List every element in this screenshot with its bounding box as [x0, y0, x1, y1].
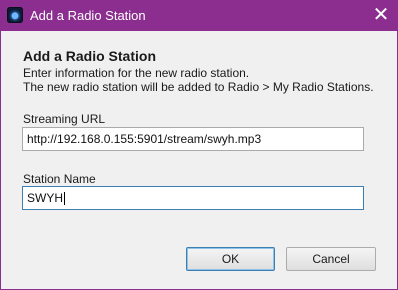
- ok-button[interactable]: OK: [186, 247, 275, 271]
- description-line-1: Enter information for the new radio stat…: [23, 66, 250, 80]
- description-line-2: The new radio station will be added to R…: [23, 80, 374, 94]
- dialog-body: Add a Radio Station Enter information fo…: [1, 31, 397, 289]
- station-name-value: SWYH: [27, 191, 63, 205]
- streaming-url-label: Streaming URL: [23, 112, 106, 126]
- app-icon: [7, 7, 23, 23]
- close-button[interactable]: ✕: [366, 1, 396, 29]
- text-caret: [64, 192, 65, 206]
- cancel-button[interactable]: Cancel: [286, 247, 376, 271]
- streaming-url-input[interactable]: http://192.168.0.155:5901/stream/swyh.mp…: [22, 127, 364, 151]
- streaming-url-value: http://192.168.0.155:5901/stream/swyh.mp…: [27, 132, 262, 146]
- station-name-label: Station Name: [23, 172, 96, 186]
- dialog-heading: Add a Radio Station: [23, 48, 156, 64]
- window-title: Add a Radio Station: [30, 8, 146, 23]
- dialog-window: Add a Radio Station ✕ Add a Radio Statio…: [0, 0, 398, 290]
- title-bar[interactable]: Add a Radio Station ✕: [0, 0, 398, 31]
- station-name-input[interactable]: SWYH: [22, 186, 364, 210]
